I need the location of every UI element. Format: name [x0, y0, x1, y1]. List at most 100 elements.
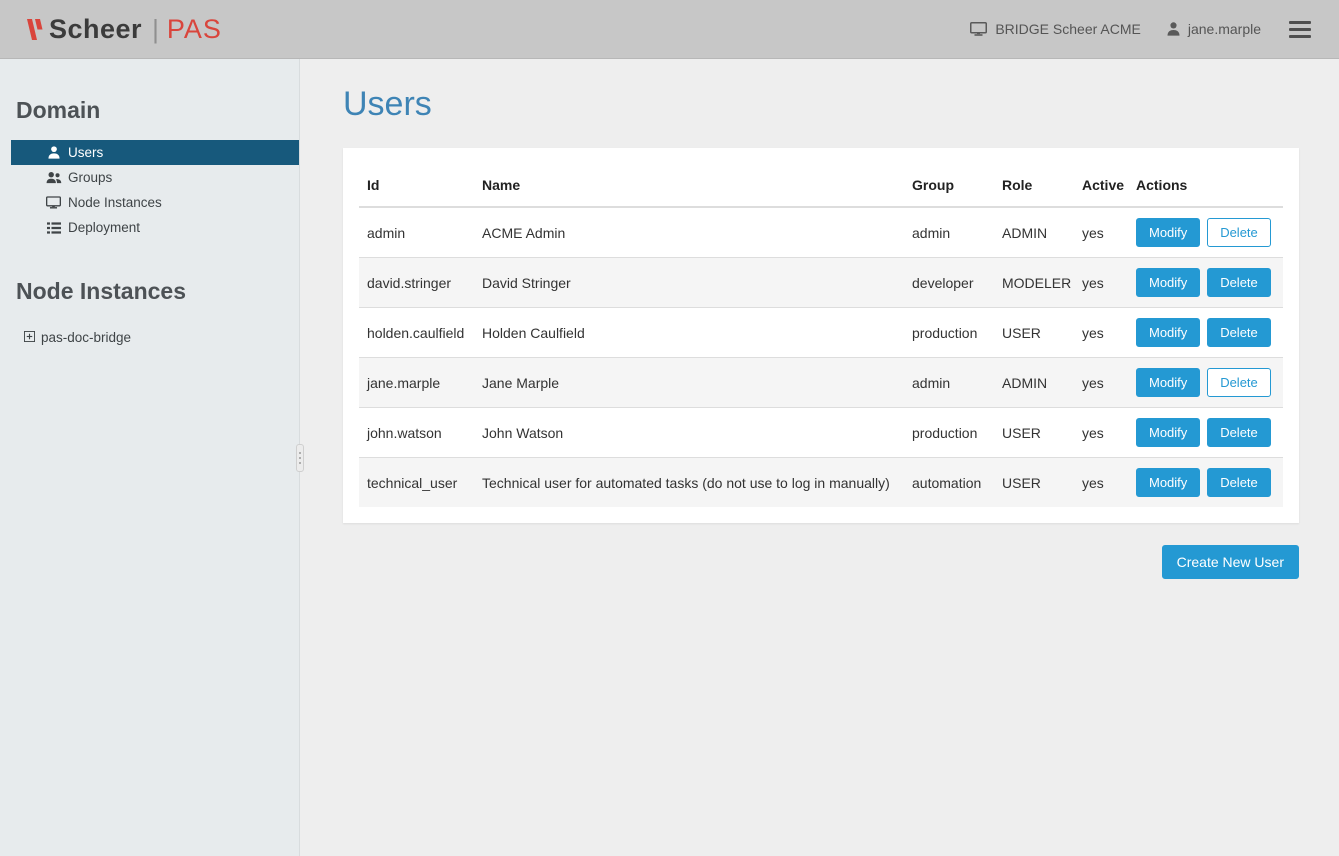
- cell-actions: Modify Delete: [1128, 408, 1283, 458]
- cell-role: ADMIN: [994, 207, 1074, 258]
- cell-group: production: [904, 308, 994, 358]
- delete-button[interactable]: Delete: [1207, 268, 1271, 297]
- sidebar-item-label: Groups: [68, 170, 112, 185]
- cell-name: John Watson: [474, 408, 904, 458]
- brand-pas-text: PAS: [167, 14, 222, 45]
- modify-button[interactable]: Modify: [1136, 368, 1200, 397]
- modify-button[interactable]: Modify: [1136, 268, 1200, 297]
- users-group-icon: [45, 171, 62, 184]
- topbar-right: BRIDGE Scheer ACME jane.marple: [970, 17, 1313, 42]
- monitor-icon: [970, 22, 987, 36]
- sidebar-item-label: Deployment: [68, 220, 140, 235]
- bridge-node-label: BRIDGE Scheer ACME: [995, 21, 1141, 37]
- cell-actions: Modify Delete: [1128, 358, 1283, 408]
- brand-separator: |: [152, 14, 159, 45]
- modify-button[interactable]: Modify: [1136, 318, 1200, 347]
- cell-id: john.watson: [359, 408, 474, 458]
- table-row: holden.caulfield Holden Caulfield produc…: [359, 308, 1283, 358]
- cell-group: automation: [904, 458, 994, 508]
- modify-button[interactable]: Modify: [1136, 468, 1200, 497]
- menu-icon[interactable]: [1287, 17, 1313, 42]
- page-title: Users: [343, 85, 1339, 124]
- cell-id: jane.marple: [359, 358, 474, 408]
- cell-active: yes: [1074, 358, 1128, 408]
- create-user-row: Create New User: [343, 545, 1299, 579]
- col-header-active: Active: [1074, 164, 1128, 207]
- delete-button[interactable]: Delete: [1207, 468, 1271, 497]
- cell-active: yes: [1074, 207, 1128, 258]
- current-user-label: jane.marple: [1188, 21, 1261, 37]
- cell-actions: Modify Delete: [1128, 258, 1283, 308]
- node-instance-label: pas-doc-bridge: [41, 330, 131, 345]
- cell-active: yes: [1074, 458, 1128, 508]
- cell-active: yes: [1074, 258, 1128, 308]
- col-header-name: Name: [474, 164, 904, 207]
- monitor-icon: [45, 196, 62, 209]
- cell-role: USER: [994, 458, 1074, 508]
- sidebar-item-label: Users: [68, 145, 103, 160]
- expand-plus-icon: [24, 330, 35, 345]
- cell-name: Holden Caulfield: [474, 308, 904, 358]
- col-header-id: Id: [359, 164, 474, 207]
- cell-role: USER: [994, 408, 1074, 458]
- sidebar-item-deployment[interactable]: Deployment: [11, 215, 299, 240]
- modify-button[interactable]: Modify: [1136, 218, 1200, 247]
- cell-role: MODELER: [994, 258, 1074, 308]
- cell-actions: Modify Delete: [1128, 458, 1283, 508]
- cell-name: Jane Marple: [474, 358, 904, 408]
- user-icon: [1167, 22, 1180, 36]
- domain-nav: Users Groups Node Instances: [0, 140, 299, 240]
- table-row: john.watson John Watson production USER …: [359, 408, 1283, 458]
- delete-button[interactable]: Delete: [1207, 318, 1271, 347]
- sidebar-item-label: Node Instances: [68, 195, 162, 210]
- cell-group: production: [904, 408, 994, 458]
- cell-active: yes: [1074, 308, 1128, 358]
- table-row: admin ACME Admin admin ADMIN yes Modify …: [359, 207, 1283, 258]
- domain-heading: Domain: [16, 97, 283, 124]
- user-icon: [45, 146, 62, 159]
- node-instances-heading: Node Instances: [16, 278, 283, 305]
- cell-id: holden.caulfield: [359, 308, 474, 358]
- cell-role: ADMIN: [994, 358, 1074, 408]
- col-header-actions: Actions: [1128, 164, 1283, 207]
- cell-name: Technical user for automated tasks (do n…: [474, 458, 904, 508]
- cell-actions: Modify Delete: [1128, 207, 1283, 258]
- create-new-user-button[interactable]: Create New User: [1162, 545, 1299, 579]
- cell-id: technical_user: [359, 458, 474, 508]
- users-table-card: Id Name Group Role Active Actions admin …: [343, 148, 1299, 523]
- sidebar-item-node-instances[interactable]: Node Instances: [11, 190, 299, 215]
- cell-group: admin: [904, 358, 994, 408]
- topbar: Scheer | PAS BRIDGE Scheer ACME jane.ma: [0, 0, 1339, 59]
- table-row: david.stringer David Stringer developer …: [359, 258, 1283, 308]
- table-header-row: Id Name Group Role Active Actions: [359, 164, 1283, 207]
- cell-id: david.stringer: [359, 258, 474, 308]
- node-instances-list: pas-doc-bridge: [0, 325, 299, 350]
- users-table: Id Name Group Role Active Actions admin …: [359, 164, 1283, 507]
- modify-button[interactable]: Modify: [1136, 418, 1200, 447]
- sidebar-resize-handle[interactable]: [296, 444, 304, 472]
- table-row: jane.marple Jane Marple admin ADMIN yes …: [359, 358, 1283, 408]
- cell-name: David Stringer: [474, 258, 904, 308]
- table-row: technical_user Technical user for automa…: [359, 458, 1283, 508]
- delete-button[interactable]: Delete: [1207, 418, 1271, 447]
- sidebar-item-users[interactable]: Users: [11, 140, 299, 165]
- brand-logo: Scheer | PAS: [26, 14, 222, 45]
- cell-group: admin: [904, 207, 994, 258]
- tasks-list-icon: [45, 222, 62, 234]
- main-content: Users Id Name Group Role Active Actions …: [300, 59, 1339, 856]
- cell-group: developer: [904, 258, 994, 308]
- col-header-group: Group: [904, 164, 994, 207]
- cell-name: ACME Admin: [474, 207, 904, 258]
- cell-role: USER: [994, 308, 1074, 358]
- cell-actions: Modify Delete: [1128, 308, 1283, 358]
- sidebar-item-pas-doc-bridge[interactable]: pas-doc-bridge: [11, 325, 299, 350]
- delete-button[interactable]: Delete: [1207, 368, 1271, 397]
- cell-active: yes: [1074, 408, 1128, 458]
- scheer-logo-icon: [26, 17, 43, 42]
- brand-scheer-text: Scheer: [49, 14, 142, 45]
- bridge-node-indicator[interactable]: BRIDGE Scheer ACME: [970, 21, 1141, 37]
- delete-button[interactable]: Delete: [1207, 218, 1271, 247]
- current-user-indicator[interactable]: jane.marple: [1167, 21, 1261, 37]
- sidebar-item-groups[interactable]: Groups: [11, 165, 299, 190]
- cell-id: admin: [359, 207, 474, 258]
